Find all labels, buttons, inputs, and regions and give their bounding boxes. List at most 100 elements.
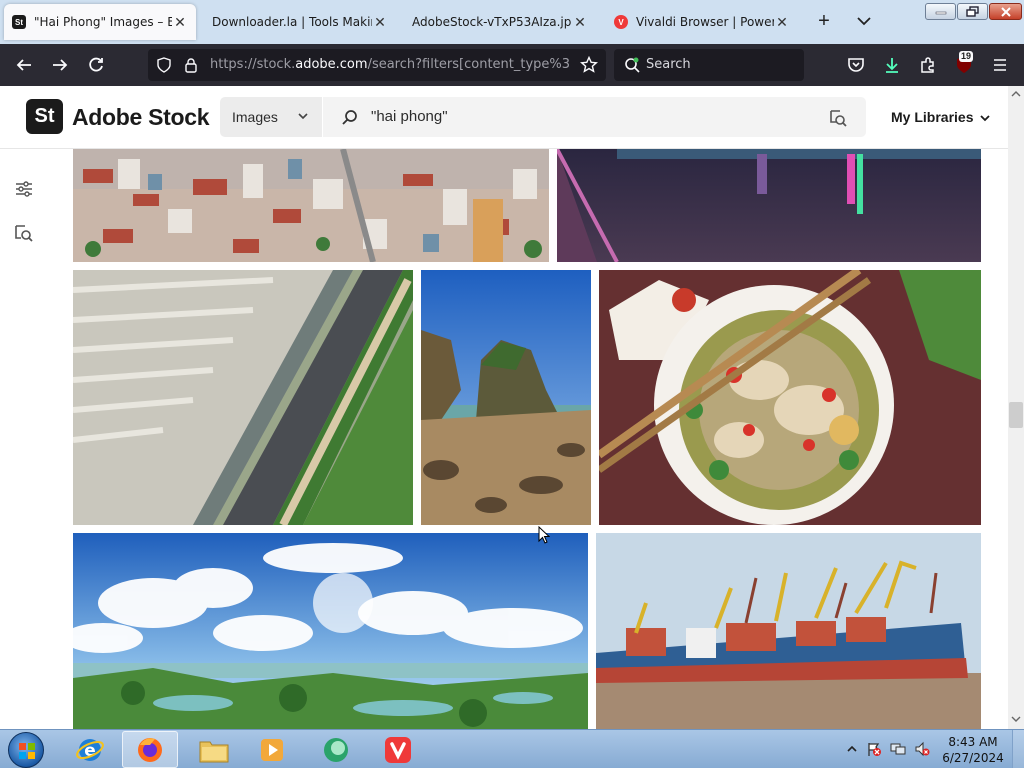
mouse-cursor-icon — [538, 526, 550, 544]
folder-icon — [199, 741, 229, 762]
taskbar-file-explorer[interactable] — [186, 731, 242, 768]
night-river-photo — [557, 149, 981, 262]
noodle-soup-photo — [599, 270, 981, 525]
media-player-icon — [261, 738, 283, 761]
search-placeholder: Search — [646, 57, 691, 72]
tab-vivaldi[interactable]: V Vivaldi Browser | Powerful, ✕ — [606, 4, 798, 40]
new-tab-icon[interactable]: + — [814, 10, 834, 34]
vivaldi-icon — [385, 736, 411, 763]
close-icon — [1000, 6, 1011, 17]
close-window-button[interactable] — [989, 3, 1022, 20]
tab-title: Downloader.la | Tools Making Y — [212, 15, 372, 29]
brand-name[interactable]: Adobe Stock — [72, 104, 210, 131]
firefox-icon — [138, 737, 162, 762]
vivaldi-favicon-icon: V — [614, 15, 628, 29]
back-arrow-icon — [16, 59, 31, 71]
bookmark-star-icon[interactable] — [580, 56, 598, 74]
extensions-button[interactable] — [916, 53, 940, 77]
scroll-down-icon[interactable] — [1011, 715, 1021, 723]
filters-icon[interactable] — [14, 179, 34, 199]
tab-adobestock-jpg[interactable]: AdobeStock-vTxP53AIza.jpg (JP ✕ — [404, 4, 596, 40]
search-icon — [342, 110, 357, 125]
filter-sidebar — [0, 149, 48, 729]
visual-search-icon[interactable] — [14, 223, 34, 243]
reload-button[interactable] — [84, 53, 108, 77]
show-hidden-icons-icon[interactable] — [844, 741, 860, 757]
asset-type-dropdown[interactable]: Images — [220, 97, 322, 137]
volume-muted-icon[interactable] — [914, 741, 930, 757]
taskbar-chat-app[interactable] — [308, 731, 364, 768]
close-tab-icon[interactable]: ✕ — [372, 14, 388, 31]
scroll-up-icon[interactable] — [1011, 90, 1021, 98]
tab-strip: St "Hai Phong" Images – Brow ✕ Downloade… — [0, 0, 1024, 44]
result-image-city-aerial[interactable] — [73, 149, 549, 262]
chevron-down-icon — [298, 113, 308, 120]
internet-explorer-icon: e — [76, 738, 104, 761]
result-image-highway-aerial[interactable] — [73, 270, 413, 525]
chat-bubble-icon — [324, 737, 348, 762]
clock-date: 6/27/2024 — [942, 751, 1004, 765]
tab-downloader[interactable]: Downloader.la | Tools Making Y ✕ — [204, 4, 396, 40]
system-clock[interactable]: 8:43 AM 6/27/2024 — [938, 734, 1008, 766]
minimize-button[interactable] — [925, 3, 956, 20]
result-image-night-river[interactable] — [557, 149, 981, 262]
windows-logo-icon — [19, 743, 35, 759]
tab-title: Vivaldi Browser | Powerful, — [636, 15, 774, 29]
url-text[interactable]: https://stock.adobe.com/search?filters[c… — [210, 57, 570, 72]
pocket-button[interactable] — [844, 53, 868, 77]
close-tab-icon[interactable]: ✕ — [172, 14, 188, 31]
network-icon[interactable] — [890, 741, 906, 757]
shield-icon[interactable] — [156, 57, 172, 73]
url-domain: adobe.com — [295, 57, 368, 72]
downloads-button[interactable] — [880, 53, 904, 77]
clock-time: 8:43 AM — [948, 735, 998, 749]
taskbar-internet-explorer[interactable]: e — [62, 731, 118, 768]
highway-aerial-photo — [73, 270, 413, 525]
lock-icon[interactable] — [184, 57, 198, 73]
show-desktop-button[interactable] — [1012, 730, 1024, 768]
my-libraries-menu[interactable]: My Libraries — [891, 109, 991, 125]
tab-title: "Hai Phong" Images – Brow — [34, 15, 172, 29]
url-prefix: https://stock. — [210, 57, 296, 72]
site-header: St Adobe Stock Images "hai phong" My Lib… — [0, 86, 1008, 149]
search-engine-icon[interactable] — [624, 57, 642, 73]
result-image-bay-panorama[interactable] — [73, 533, 588, 729]
bay-panorama-photo — [73, 533, 588, 729]
app-menu-button[interactable] — [988, 53, 1012, 77]
forward-button[interactable] — [48, 53, 72, 77]
navigation-toolbar: https://stock.adobe.com/search?filters[c… — [0, 44, 1024, 86]
search-query-text: "hai phong" — [371, 108, 448, 125]
taskbar-media-player[interactable] — [244, 731, 300, 768]
download-icon — [886, 58, 898, 73]
hamburger-menu-icon — [994, 59, 1006, 71]
visual-search-icon[interactable] — [828, 108, 848, 128]
list-all-tabs-icon[interactable] — [855, 12, 873, 30]
url-suffix: /search?filters[content_type%3Aph — [367, 57, 570, 72]
tab-adobe-stock[interactable]: St "Hai Phong" Images – Brow ✕ — [4, 4, 196, 40]
tab-title: AdobeStock-vTxP53AIza.jpg (JP — [412, 15, 572, 29]
result-image-rock-coast[interactable] — [421, 270, 591, 525]
pocket-icon — [848, 58, 864, 72]
puzzle-icon — [921, 57, 934, 73]
result-image-cargo-port[interactable] — [596, 533, 981, 729]
taskbar-firefox[interactable] — [122, 731, 178, 768]
adobe-stock-favicon-icon: St — [12, 15, 26, 29]
cargo-port-photo — [596, 533, 981, 729]
asset-type-label: Images — [232, 109, 278, 125]
result-image-noodle-soup[interactable] — [599, 270, 981, 525]
close-tab-icon[interactable]: ✕ — [774, 14, 790, 31]
adobe-stock-logo-icon[interactable]: St — [26, 99, 63, 134]
extension-count-badge: 19 — [959, 51, 974, 62]
web-search-bar[interactable]: Search — [614, 49, 804, 81]
action-center-flag-icon[interactable] — [866, 741, 882, 757]
my-libraries-label: My Libraries — [891, 109, 974, 125]
close-tab-icon[interactable]: ✕ — [572, 14, 588, 31]
restore-button[interactable] — [957, 3, 988, 20]
stock-search-input[interactable]: "hai phong" — [323, 97, 866, 137]
rock-coast-photo — [421, 270, 591, 525]
taskbar-vivaldi[interactable] — [370, 731, 426, 768]
address-bar[interactable]: https://stock.adobe.com/search?filters[c… — [148, 49, 606, 81]
scrollbar-thumb[interactable] — [1009, 402, 1023, 428]
back-button[interactable] — [12, 53, 36, 77]
start-button[interactable] — [8, 732, 44, 768]
